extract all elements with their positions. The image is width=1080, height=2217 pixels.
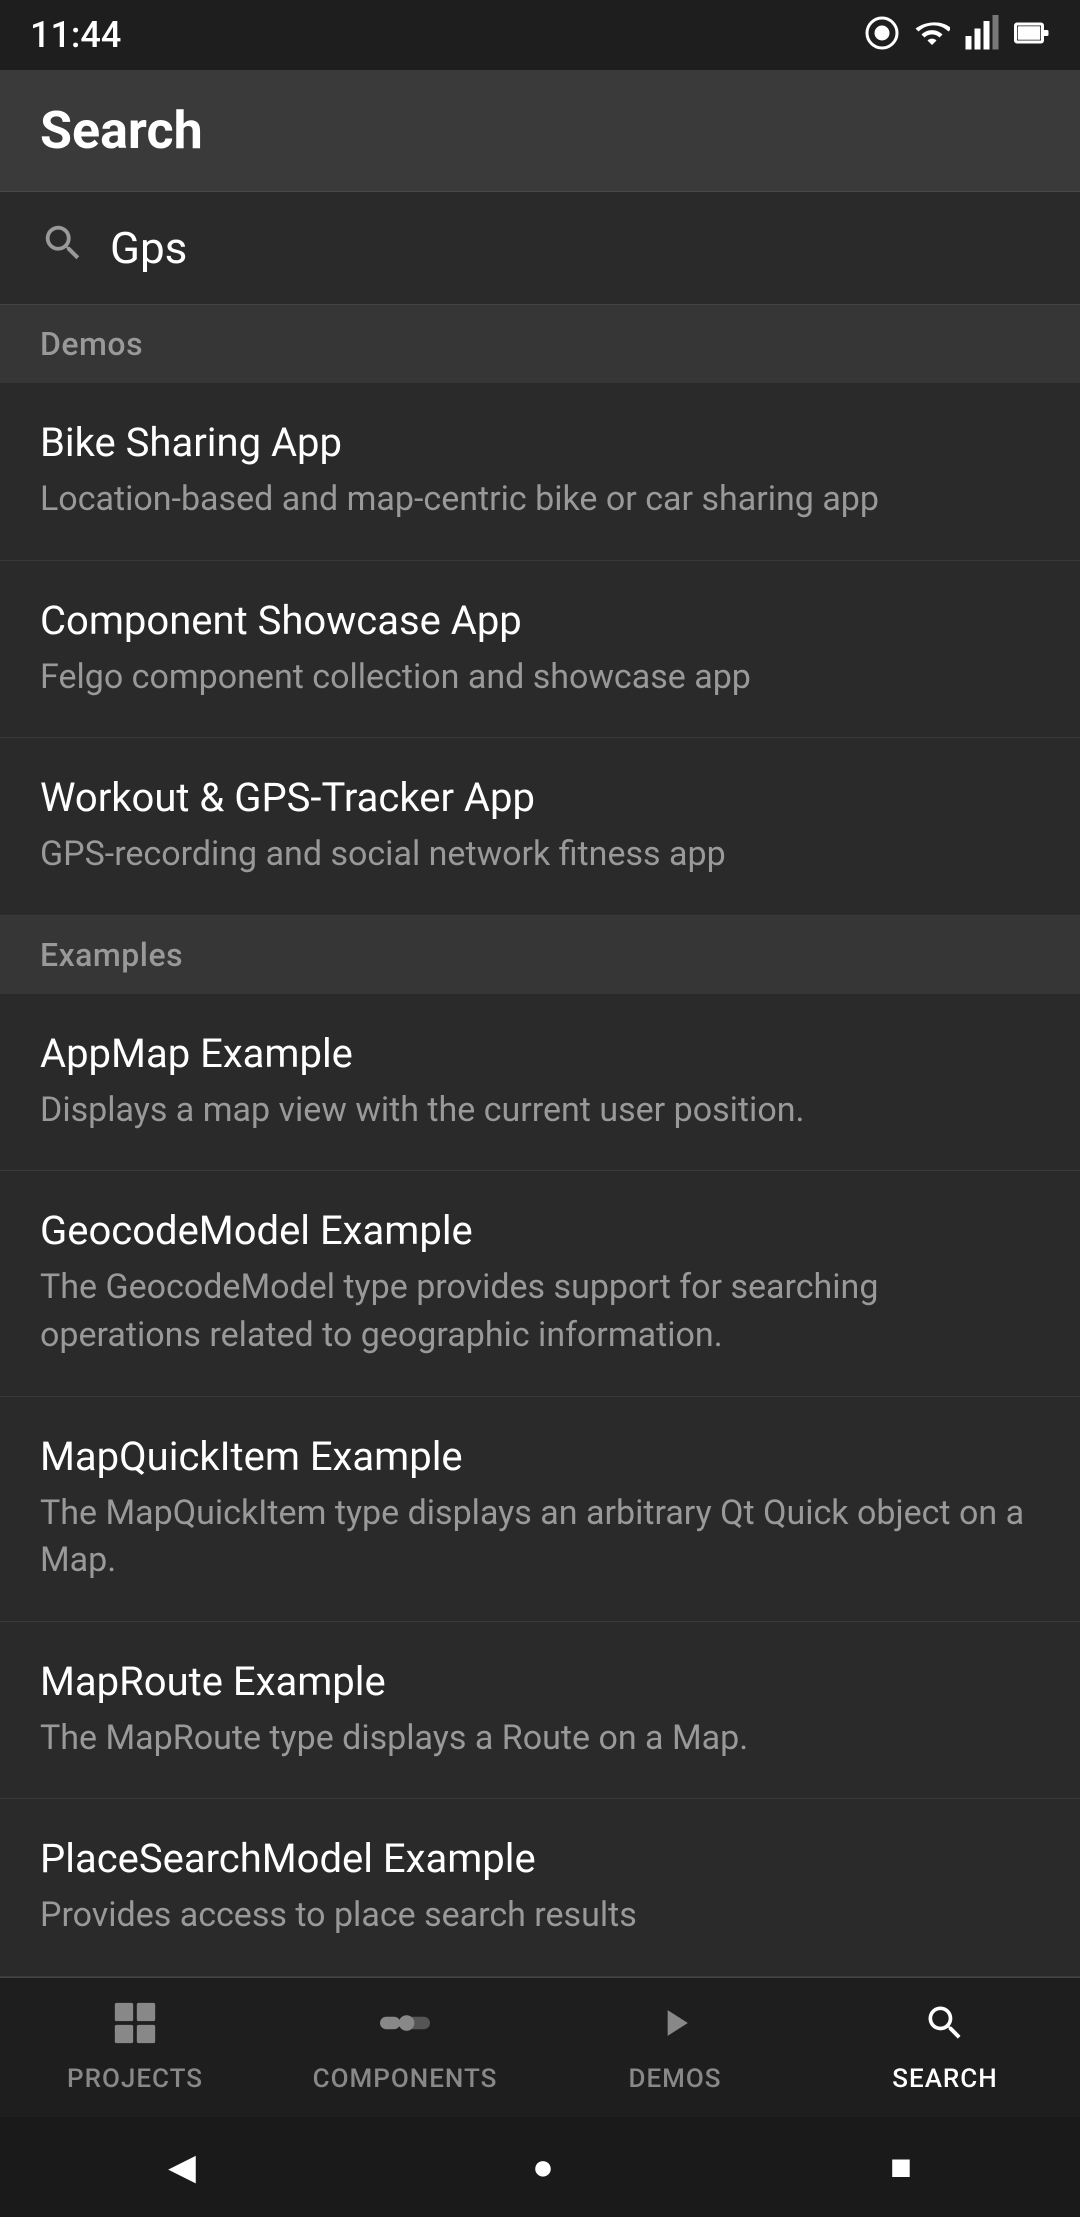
list-item[interactable]: Workout & GPS-Tracker App GPS-recording … <box>0 738 1080 916</box>
status-icons <box>864 15 1050 55</box>
item-subtitle: The GeocodeModel type provides support f… <box>40 1264 1040 1359</box>
item-title: Component Showcase App <box>40 597 1040 644</box>
list-item[interactable]: AppMap Example Displays a map view with … <box>0 994 1080 1172</box>
item-title: MapQuickItem Example <box>40 1433 1040 1480</box>
nav-label-demos: DEMOS <box>628 2064 721 2094</box>
list-item[interactable]: MapRoute Example The MapRoute type displ… <box>0 1622 1080 1800</box>
back-button[interactable]: ◀ <box>168 2146 196 2188</box>
content-area: Demos Bike Sharing App Location-based an… <box>0 305 1080 1977</box>
signal-icon <box>964 15 1000 55</box>
item-subtitle: Displays a map view with the current use… <box>40 1087 1040 1135</box>
recents-button[interactable]: ■ <box>890 2146 912 2188</box>
examples-label: Examples <box>40 936 183 974</box>
item-title: Workout & GPS-Tracker App <box>40 774 1040 821</box>
wifi-icon <box>914 15 950 55</box>
nav-item-projects[interactable]: PROJECTS <box>0 1991 270 2104</box>
demos-label: Demos <box>40 325 143 363</box>
list-item[interactable]: Component Showcase App Felgo component c… <box>0 561 1080 739</box>
system-nav: ◀ ● ■ <box>0 2117 1080 2217</box>
item-title: GeocodeModel Example <box>40 1207 1040 1254</box>
nav-item-components[interactable]: COMPONENTS <box>270 1991 540 2104</box>
item-subtitle: Location-based and map-centric bike or c… <box>40 476 1040 524</box>
search-nav-icon <box>923 2001 967 2056</box>
projects-icon <box>113 2001 157 2056</box>
home-button[interactable]: ● <box>532 2146 554 2188</box>
nav-label-search: SEARCH <box>892 2064 997 2094</box>
notification-icon <box>864 15 900 55</box>
search-bar[interactable]: Gps <box>0 192 1080 305</box>
nav-label-projects: PROJECTS <box>67 2064 203 2094</box>
app-header: Search <box>0 70 1080 192</box>
nav-label-components: COMPONENTS <box>313 2064 498 2094</box>
item-title: AppMap Example <box>40 1030 1040 1077</box>
nav-item-search[interactable]: SEARCH <box>810 1991 1080 2104</box>
examples-section-header: Examples <box>0 916 1080 994</box>
list-item[interactable]: MapQuickItem Example The MapQuickItem ty… <box>0 1397 1080 1622</box>
list-item[interactable]: PlaceSearchModel Example Provides access… <box>0 1799 1080 1977</box>
item-subtitle: The MapRoute type displays a Route on a … <box>40 1715 1040 1763</box>
item-subtitle: Provides access to place search results <box>40 1892 1040 1940</box>
search-icon <box>40 220 86 276</box>
list-item[interactable]: Bike Sharing App Location-based and map-… <box>0 383 1080 561</box>
demos-section-header: Demos <box>0 305 1080 383</box>
list-item[interactable]: GeocodeModel Example The GeocodeModel ty… <box>0 1171 1080 1396</box>
page-title: Search <box>40 100 1040 161</box>
battery-icon <box>1014 15 1050 55</box>
item-subtitle: The MapQuickItem type displays an arbitr… <box>40 1490 1040 1585</box>
status-time: 11:44 <box>30 14 121 56</box>
bottom-nav: PROJECTS COMPONENTS DEMOS SEARCH <box>0 1977 1080 2117</box>
search-query: Gps <box>110 222 187 274</box>
item-title: PlaceSearchModel Example <box>40 1835 1040 1882</box>
item-title: MapRoute Example <box>40 1658 1040 1705</box>
item-title: Bike Sharing App <box>40 419 1040 466</box>
nav-item-demos[interactable]: DEMOS <box>540 1991 810 2104</box>
item-subtitle: GPS-recording and social network fitness… <box>40 831 1040 879</box>
components-icon <box>380 2001 430 2056</box>
status-bar: 11:44 <box>0 0 1080 70</box>
item-subtitle: Felgo component collection and showcase … <box>40 654 1040 702</box>
demos-icon <box>653 2001 697 2056</box>
